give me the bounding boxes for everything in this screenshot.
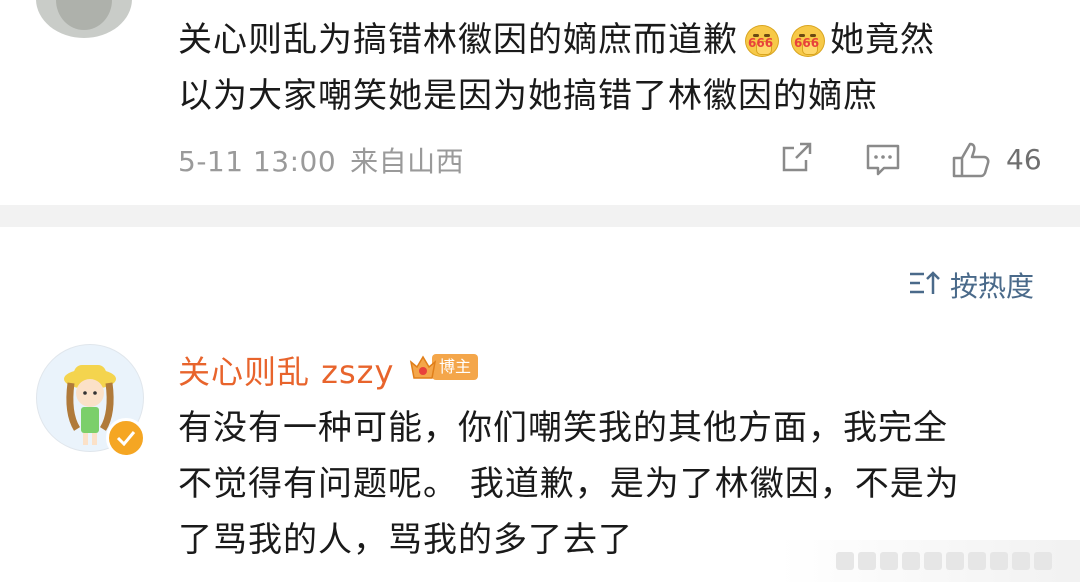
top-comment: 关心则乱为搞错林徽因的嫡庶而道歉 666 666 她竟然 以为大家嘲笑她是因为她搞错了… xyxy=(0,0,1080,205)
like-count: 46 xyxy=(1006,143,1042,176)
blogger-badge: 博主 xyxy=(408,352,479,382)
comment-date: 5-11 13:00 xyxy=(178,145,337,178)
watermark xyxy=(780,540,1080,582)
sort-icon xyxy=(908,270,942,300)
sort-toggle[interactable]: 按热度 xyxy=(908,265,1034,305)
comment-location: 来自山西 xyxy=(350,145,465,178)
crown-icon xyxy=(408,352,438,382)
verified-badge-icon xyxy=(106,418,146,458)
comment-text-line-2: 以为大家嘲笑她是因为她搞错了林徽因的嫡庶 xyxy=(178,76,878,116)
reply-text-line-1: 有没有一种可能，你们嘲笑我的其他方面，我完全 xyxy=(178,408,948,448)
share-icon[interactable] xyxy=(778,140,814,180)
666-emoji: 666 xyxy=(742,19,780,57)
section-divider xyxy=(0,205,1080,227)
username[interactable]: 关心则乱 zszy xyxy=(178,347,394,393)
sort-label: 按热度 xyxy=(950,270,1035,303)
badge-label: 博主 xyxy=(432,354,479,380)
like-icon[interactable] xyxy=(950,140,994,180)
reply-text-line-2: 不觉得有问题呢。 我道歉，是为了林徽因，不是为 xyxy=(178,464,960,504)
666-emoji: 666 xyxy=(788,19,826,57)
comment-meta: 5-11 13:00 来自山西 xyxy=(178,140,478,180)
comment-text-line-1: 关心则乱为搞错林徽因的嫡庶而道歉 666 666 她竟然 xyxy=(178,19,935,60)
reply-text-line-3: 了骂我的人，骂我的多了去了 xyxy=(178,520,633,560)
avatar[interactable] xyxy=(36,0,132,38)
comment-icon[interactable] xyxy=(864,140,902,180)
